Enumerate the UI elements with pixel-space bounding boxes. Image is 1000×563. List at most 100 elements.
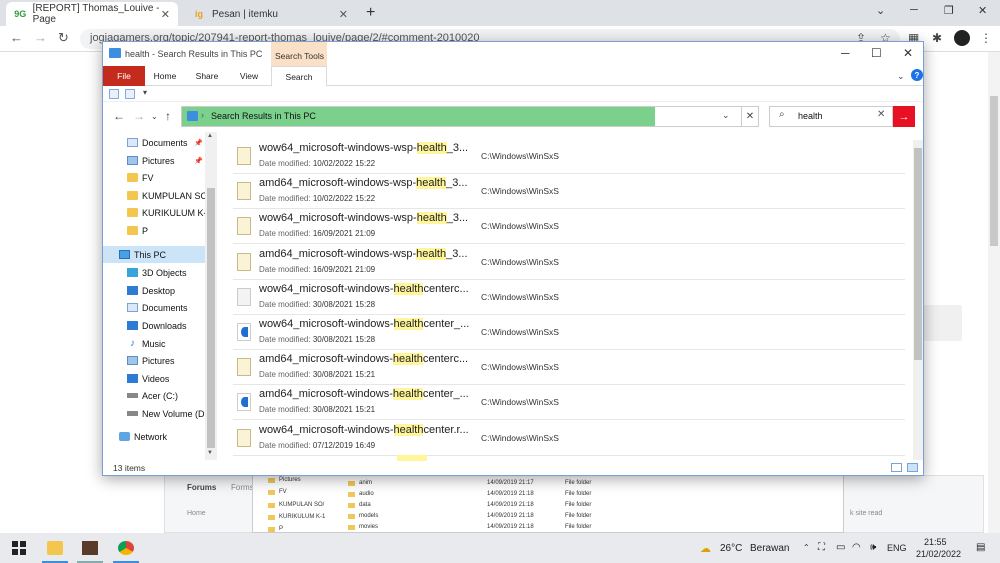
sidebar-item[interactable]: Network (103, 428, 205, 445)
sidebar-item[interactable]: KUMPULAN SOAL (103, 187, 205, 204)
weather-temp[interactable]: 26°C (720, 543, 742, 554)
notifications-icon[interactable]: ▤ (976, 542, 985, 553)
minimize-icon[interactable]: ─ (910, 4, 918, 16)
chrome-taskbar-icon[interactable] (118, 541, 134, 555)
language-indicator[interactable]: ENG (887, 543, 907, 553)
sidebar-item[interactable]: Desktop (103, 282, 205, 299)
network-icon[interactable]: ⛶ (818, 542, 825, 553)
search-input[interactable] (769, 106, 893, 127)
details-view-icon[interactable] (891, 463, 902, 472)
sidebar-item[interactable]: 3D Objects (103, 264, 205, 281)
recent-locations-chevron-icon[interactable]: ⌄ (151, 112, 158, 121)
cancel-search-icon[interactable]: ✕ (741, 106, 759, 127)
list-item[interactable]: wow64_microsoft-windows-healthcenterc...… (233, 280, 905, 315)
sidebar-item[interactable]: KURIKULUM K-13 (103, 204, 205, 221)
nav-pane-scrollbar-thumb[interactable] (207, 188, 215, 448)
volume-icon[interactable]: 🕪 (870, 542, 876, 553)
sidebar-item[interactable]: Documents (103, 299, 205, 316)
tab-share[interactable]: Share (187, 66, 227, 86)
clock-time[interactable]: 21:55 (924, 537, 947, 547)
chevron-up-icon[interactable]: ⌃ (803, 543, 810, 552)
back-arrow-icon[interactable]: ← (113, 109, 125, 123)
maximize-icon[interactable]: ☐ (871, 46, 882, 60)
close-window-icon[interactable]: ✕ (978, 4, 987, 17)
battery-icon[interactable]: ▭ (836, 542, 845, 553)
minimize-icon[interactable]: ─ (841, 46, 850, 60)
new-tab-plus-icon[interactable]: + (366, 4, 375, 22)
mark-site-read-link[interactable]: k site read (850, 510, 882, 517)
breadcrumb-separator-icon[interactable]: › (201, 110, 204, 120)
sidebar-item[interactable]: FV (103, 169, 205, 186)
new-folder-icon[interactable] (125, 89, 135, 99)
browser-tab-report[interactable]: 9G [REPORT] Thomas_Louive - Page ✕ (6, 2, 178, 26)
restore-icon[interactable]: ❐ (944, 4, 954, 17)
browser-tab-itemku[interactable]: ig Pesan | itemku ✕ (184, 2, 356, 26)
ribbon-expand-chevron-icon[interactable]: ⌄ (897, 71, 905, 82)
help-icon[interactable]: ? (911, 69, 923, 81)
menu-icon[interactable]: ⋮ (980, 31, 992, 45)
forward-arrow-icon[interactable]: → (34, 30, 47, 45)
weather-text[interactable]: Berawan (750, 543, 789, 554)
avatar[interactable] (954, 30, 970, 46)
explorer-title-bar[interactable]: health - Search Results in This PC ─ ☐ ✕ (103, 42, 923, 66)
sidebar-item[interactable]: This PC (103, 246, 205, 263)
reload-icon[interactable]: ↻ (58, 30, 69, 46)
tab-view[interactable]: View (229, 66, 269, 86)
list-item[interactable]: wow64_microsoft-windows-healthcenter_...… (233, 315, 905, 350)
breadcrumb[interactable]: Search Results in This PC (211, 111, 316, 121)
breadcrumb-home[interactable]: Home (187, 510, 206, 517)
address-dropdown-chevron-icon[interactable]: ⌄ (722, 110, 730, 121)
sidebar-item[interactable]: ♪ Music (103, 335, 205, 352)
search-go-button[interactable]: → (893, 106, 915, 127)
sidebar-item[interactable]: New Volume (D:) (103, 405, 205, 422)
close-icon[interactable]: ✕ (161, 8, 170, 21)
list-item[interactable]: amd64_microsoft-windows-healthcenterc...… (233, 350, 905, 386)
pin-icon[interactable]: 📌 (194, 157, 203, 165)
sidebar-item[interactable]: Pictures 📌 (103, 152, 205, 169)
page-scrollbar-thumb[interactable] (990, 96, 998, 246)
list-item[interactable]: amd64_microsoft-windows-healthcenter_...… (233, 385, 905, 421)
sidebar-item[interactable]: Downloads (103, 317, 205, 334)
close-window-icon[interactable]: ✕ (903, 46, 913, 60)
list-item[interactable]: wow64_microsoft-windows-wsp-health_3... D… (233, 139, 905, 174)
share-button[interactable] (924, 305, 962, 341)
sidebar-item[interactable]: Documents 📌 (103, 134, 205, 151)
pin-icon[interactable]: 📌 (194, 139, 203, 147)
sidebar-item[interactable]: Pictures (103, 352, 205, 369)
up-arrow-icon[interactable]: ↑ (165, 109, 171, 123)
chevron-down-icon[interactable]: ⌄ (876, 4, 885, 17)
forms-link[interactable]: Forms (231, 483, 254, 492)
weather-icon[interactable]: ☁ (700, 542, 711, 555)
forward-arrow-icon[interactable]: → (133, 109, 145, 123)
list-item[interactable]: amd64_microsoft-windows-wsp-health_3... D… (233, 174, 905, 210)
scroll-down-arrow-icon[interactable]: ▼ (207, 450, 213, 456)
close-icon[interactable]: ✕ (339, 8, 348, 21)
windows-start-icon[interactable] (12, 541, 28, 555)
result-name-prefix: wow64_microsoft-windows- (259, 282, 394, 295)
extensions-icon[interactable]: ✱ (932, 31, 942, 45)
properties-icon[interactable] (109, 89, 119, 99)
scroll-up-arrow-icon[interactable]: ▲ (207, 133, 213, 139)
game-taskbar-icon[interactable] (82, 541, 98, 555)
customize-toolbar-arrow-icon[interactable]: ▾ (143, 88, 147, 97)
forums-link[interactable]: Forums (187, 483, 216, 492)
list-item[interactable]: wow64_microsoft-windows-wsp-health_3... D… (233, 209, 905, 245)
large-icons-view-icon[interactable] (907, 463, 918, 472)
result-name-prefix: amd64_microsoft-windows- (259, 388, 393, 401)
search-input-value[interactable]: health (798, 111, 823, 121)
results-scrollbar-thumb[interactable] (914, 148, 922, 360)
result-name-prefix: wow64_microsoft-windows- (259, 318, 394, 330)
wifi-icon[interactable]: ◠ (852, 542, 861, 553)
list-item[interactable]: amd64_microsoft-windows-wsp-health_3... D… (233, 245, 905, 280)
sidebar-item[interactable]: Acer (C:) (103, 387, 205, 404)
tab-home[interactable]: Home (145, 66, 185, 86)
sidebar-item[interactable]: Videos (103, 370, 205, 387)
tab-search[interactable]: Search (271, 66, 327, 86)
clock-date[interactable]: 21/02/2022 (916, 549, 961, 559)
sidebar-item[interactable]: P (103, 222, 205, 239)
tab-file[interactable]: File (103, 66, 145, 86)
clear-search-icon[interactable]: ✕ (877, 109, 885, 120)
back-arrow-icon[interactable]: ← (10, 30, 23, 45)
file-explorer-taskbar-icon[interactable] (47, 541, 63, 555)
list-item[interactable]: wow64_microsoft-windows-healthcenter.r..… (233, 421, 905, 456)
